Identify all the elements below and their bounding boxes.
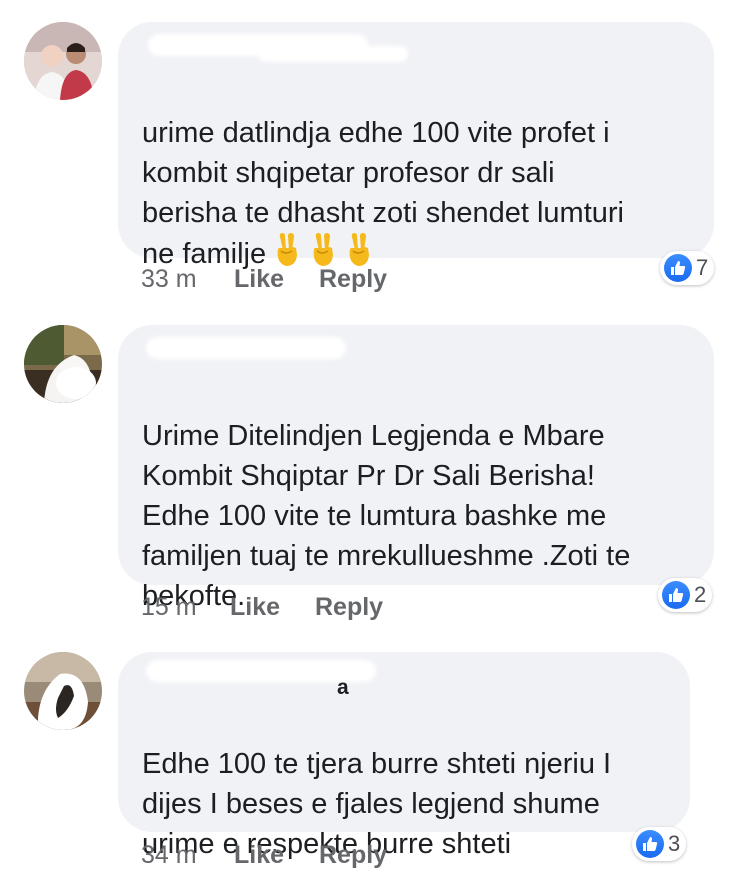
avatar-photo <box>24 22 102 100</box>
avatar-photo <box>24 652 102 730</box>
like-reaction-icon <box>636 830 664 858</box>
author-name-fragment[interactable]: a <box>337 676 349 700</box>
comment-actions: 15 m Like Reply <box>141 593 383 622</box>
reply-button[interactable]: Reply <box>315 593 383 622</box>
comment-actions: 33 m Like Reply <box>141 265 387 294</box>
comment-actions: 34 m Like Reply <box>141 841 387 870</box>
comment-text: urime datlindja edhe 100 vite profet i k… <box>142 73 692 278</box>
avatar-photo <box>24 325 102 403</box>
like-button[interactable]: Like <box>234 841 319 870</box>
like-reaction-icon <box>662 581 690 609</box>
reply-button[interactable]: Reply <box>319 265 387 294</box>
like-button[interactable]: Like <box>234 265 319 294</box>
reaction-count: 3 <box>668 831 681 856</box>
comment-timestamp[interactable]: 33 m <box>141 265 234 294</box>
comment-text: Urime Ditelindjen Legjenda e Mbare Kombi… <box>142 376 692 616</box>
comment-bubble: Urime Ditelindjen Legjenda e Mbare Kombi… <box>118 325 714 612</box>
author-name-redacted-2 <box>258 46 408 62</box>
reply-button[interactable]: Reply <box>319 841 387 870</box>
reaction-summary[interactable]: 2 <box>658 578 713 612</box>
comment-timestamp[interactable]: 34 m <box>141 841 234 870</box>
author-name-redacted[interactable] <box>146 337 346 359</box>
reaction-count: 2 <box>694 582 707 607</box>
like-reaction-icon <box>664 254 692 282</box>
avatar[interactable] <box>24 325 102 403</box>
comment-text-content: Urime Ditelindjen Legjenda e Mbare Kombi… <box>142 420 631 612</box>
reaction-summary[interactable]: 3 <box>632 827 687 861</box>
reaction-summary[interactable]: 7 <box>660 251 715 285</box>
comment-text-content: urime datlindja edhe 100 vite profet i k… <box>142 117 624 270</box>
comment-bubble: urime datlindja edhe 100 vite profet i k… <box>118 22 714 270</box>
comment-text: Edhe 100 te tjera burre shteti njeriu I … <box>142 704 668 864</box>
avatar[interactable] <box>24 22 102 100</box>
comment-bubble: a Edhe 100 te tjera burre shteti njeriu … <box>118 652 690 860</box>
reaction-count: 7 <box>696 255 709 280</box>
comment-timestamp[interactable]: 15 m <box>141 593 230 622</box>
avatar[interactable] <box>24 652 102 730</box>
like-button[interactable]: Like <box>230 593 315 622</box>
